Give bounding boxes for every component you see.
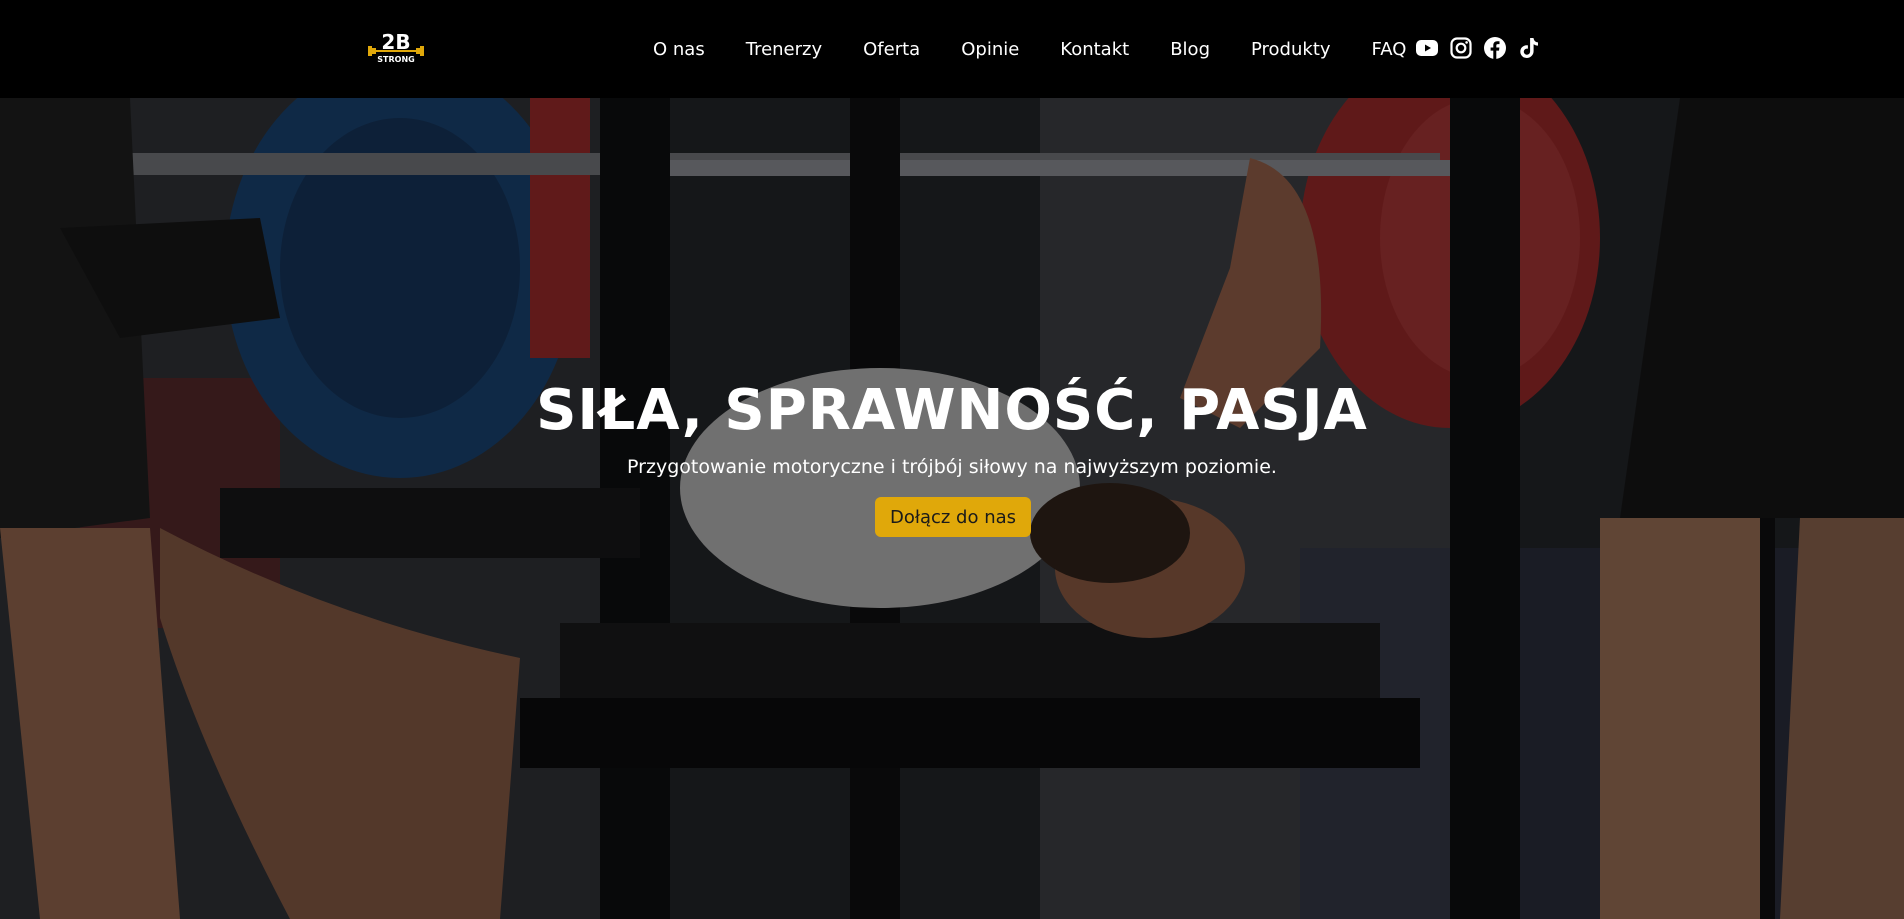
hero-subtitle: Przygotowanie motoryczne i trójbój siłow… bbox=[627, 456, 1277, 478]
nav-item-faq[interactable]: FAQ bbox=[1372, 39, 1407, 60]
nav-item-blog[interactable]: Blog bbox=[1170, 39, 1210, 60]
tiktok-icon[interactable] bbox=[1517, 36, 1541, 60]
nav-item-o-nas[interactable]: O nas bbox=[653, 39, 705, 60]
nav-item-produkty[interactable]: Produkty bbox=[1251, 39, 1331, 60]
nav-item-oferta[interactable]: Oferta bbox=[863, 39, 920, 60]
instagram-icon[interactable] bbox=[1449, 36, 1473, 60]
nav-item-opinie[interactable]: Opinie bbox=[961, 39, 1019, 60]
facebook-icon[interactable] bbox=[1483, 36, 1507, 60]
social-links bbox=[1415, 36, 1551, 60]
hero-section: SIŁA, SPRAWNOŚĆ, PASJA Przygotowanie mot… bbox=[0, 98, 1904, 919]
main-nav: O nas Trenerzy Oferta Opinie Kontakt Blo… bbox=[653, 0, 1447, 98]
join-us-button[interactable]: Dołącz do nas bbox=[875, 497, 1031, 537]
logo-text: 2B bbox=[381, 30, 410, 54]
nav-item-kontakt[interactable]: Kontakt bbox=[1060, 39, 1129, 60]
hero-title: SIŁA, SPRAWNOŚĆ, PASJA bbox=[536, 378, 1368, 443]
logo-mark: 2B STRONG bbox=[368, 30, 424, 64]
youtube-icon[interactable] bbox=[1415, 36, 1439, 60]
logo-subtext: STRONG bbox=[377, 55, 414, 64]
nav-item-trenerzy[interactable]: Trenerzy bbox=[746, 39, 822, 60]
logo[interactable]: 2B STRONG bbox=[368, 29, 424, 67]
site-header: 2B STRONG O nas Trenerzy Oferta Opinie K… bbox=[0, 0, 1904, 98]
